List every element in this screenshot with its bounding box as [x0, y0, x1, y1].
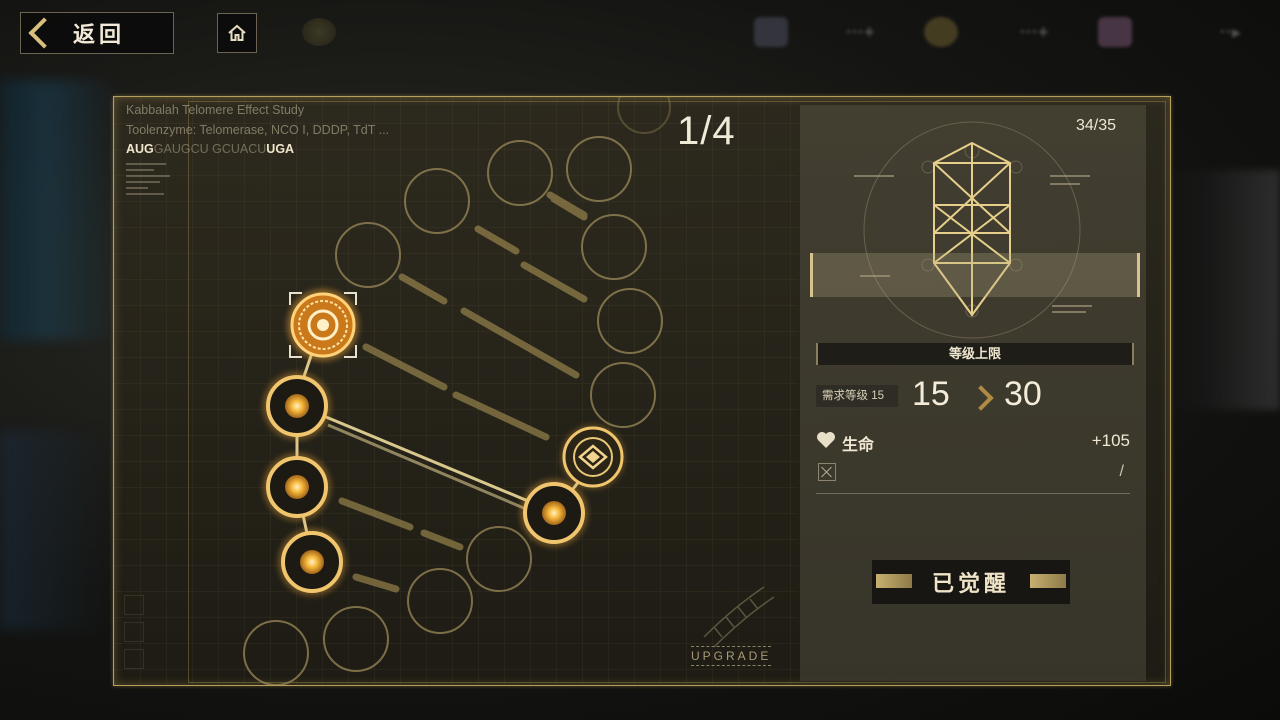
locked-stat-value: /	[1119, 463, 1124, 480]
heart-icon	[817, 432, 835, 448]
upgrade-label: UPGRADE	[691, 646, 771, 666]
back-button[interactable]: 返回	[20, 12, 174, 54]
stat-row-locked: /	[816, 461, 1130, 494]
chevron-right-icon	[968, 385, 994, 411]
background-blur-right	[1160, 170, 1280, 410]
button-ornament-left	[876, 574, 912, 588]
background-blur-left	[0, 80, 120, 340]
coin-icon	[924, 14, 958, 50]
button-ornament-right	[1030, 574, 1066, 588]
diagram-band	[810, 253, 1140, 297]
background-blur-bottom-left	[0, 430, 110, 630]
side-toolbar	[124, 595, 148, 676]
special-node-diamond-icon	[561, 425, 625, 489]
awakened-button-label: 已觉醒	[931, 571, 1010, 596]
close-icon	[818, 463, 836, 481]
resource-value-blurred-3: ··▸	[1220, 21, 1242, 42]
stat-row-hp: 生命 +105	[816, 429, 1130, 454]
active-node-3	[278, 528, 346, 596]
dna-sketch-icon	[703, 586, 775, 648]
home-icon	[228, 24, 246, 41]
helix-node-graph	[243, 97, 775, 685]
active-node-2	[263, 453, 331, 521]
resource-value-blurred: ···+	[846, 21, 875, 42]
resource-value-blurred-2: ···+	[1020, 21, 1049, 42]
tool-icon-2[interactable]	[124, 622, 144, 642]
active-node-4	[520, 479, 588, 547]
section-title: 等级上限	[816, 343, 1134, 365]
stat-name: 生命	[842, 437, 875, 454]
search-icon[interactable]	[124, 649, 144, 669]
stat-value: +105	[1091, 431, 1130, 450]
back-label: 返回	[73, 22, 126, 47]
level-to: 30	[1004, 375, 1042, 413]
chevron-left-icon	[25, 20, 51, 46]
tool-icon-1[interactable]	[124, 595, 144, 615]
selected-node-sun-icon	[287, 289, 359, 361]
awakening-panel: Kabbalah Telomere Effect Study Toolenzym…	[113, 96, 1171, 686]
gem-icon	[1098, 14, 1132, 50]
resource-chip-icon	[754, 14, 788, 50]
currency-icon	[302, 18, 336, 46]
info-panel: 34/35 等级上限 需求等级 15 15 30 生命 +105 / 已觉醒	[800, 105, 1146, 681]
awakened-button[interactable]: 已觉醒	[872, 560, 1070, 604]
sephirot-diagram-icon	[854, 121, 1092, 339]
page-counter: 1/4	[677, 109, 736, 153]
required-level-tag: 需求等级 15	[816, 385, 898, 407]
active-node-1	[263, 372, 331, 440]
level-from: 15	[912, 375, 950, 413]
home-button[interactable]	[217, 13, 257, 53]
